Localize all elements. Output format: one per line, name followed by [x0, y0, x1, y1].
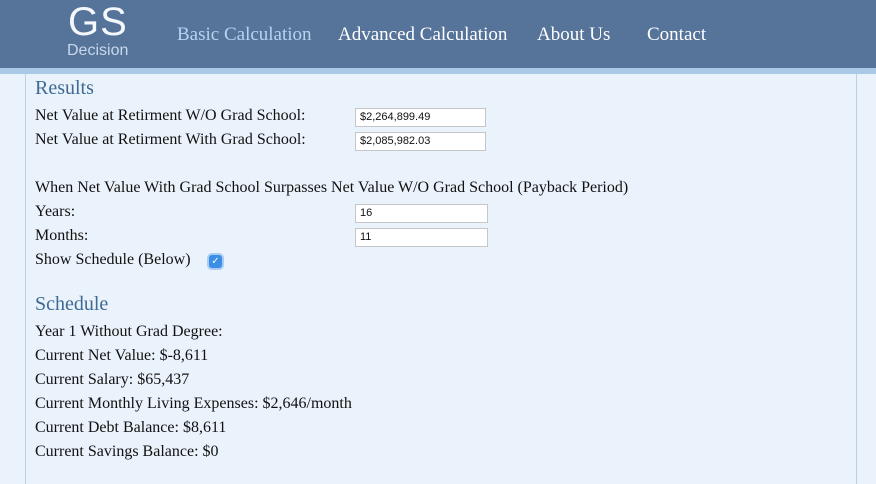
logo-text: GS	[68, 0, 128, 44]
nav-advanced-calculation[interactable]: Advanced Calculation	[338, 24, 507, 46]
show-schedule-checkbox[interactable]: ✓	[209, 255, 222, 268]
schedule-line: Current Debt Balance: $8,611	[35, 419, 227, 436]
header-bar: GS Decision Basic Calculation Advanced C…	[0, 0, 876, 68]
schedule-line: Year 1 Without Grad Degree:	[35, 323, 223, 340]
months-label: Months:	[35, 227, 89, 244]
nav-about-us[interactable]: About Us	[537, 24, 610, 46]
years-field[interactable]: 16	[355, 204, 488, 223]
schedule-line: Current Savings Balance: $0	[35, 443, 219, 460]
checkmark-icon: ✓	[211, 256, 220, 267]
nav-basic-calculation[interactable]: Basic Calculation	[177, 24, 312, 46]
logo-subtext: Decision	[67, 42, 129, 59]
gs-decision-logo[interactable]: GS Decision	[64, 0, 138, 62]
net-value-with-label: Net Value at Retirment With Grad School:	[35, 131, 306, 148]
schedule-line: Current Monthly Living Expenses: $2,646/…	[35, 395, 352, 412]
results-heading: Results	[35, 77, 94, 99]
net-value-wo-label: Net Value at Retirment W/O Grad School:	[35, 107, 306, 124]
show-schedule-label: Show Schedule (Below)	[35, 251, 191, 268]
schedule-line: Current Salary: $65,437	[35, 371, 190, 388]
years-label: Years:	[35, 203, 76, 220]
nav-contact[interactable]: Contact	[647, 24, 706, 46]
net-value-with-field[interactable]: $2,085,982.03	[355, 132, 486, 151]
net-value-wo-field[interactable]: $2,264,899.49	[355, 108, 486, 127]
schedule-heading: Schedule	[35, 293, 109, 315]
months-field[interactable]: 11	[355, 228, 488, 247]
payback-heading: When Net Value With Grad School Surpasse…	[35, 179, 629, 196]
schedule-line: Current Net Value: $-8,611	[35, 347, 209, 364]
